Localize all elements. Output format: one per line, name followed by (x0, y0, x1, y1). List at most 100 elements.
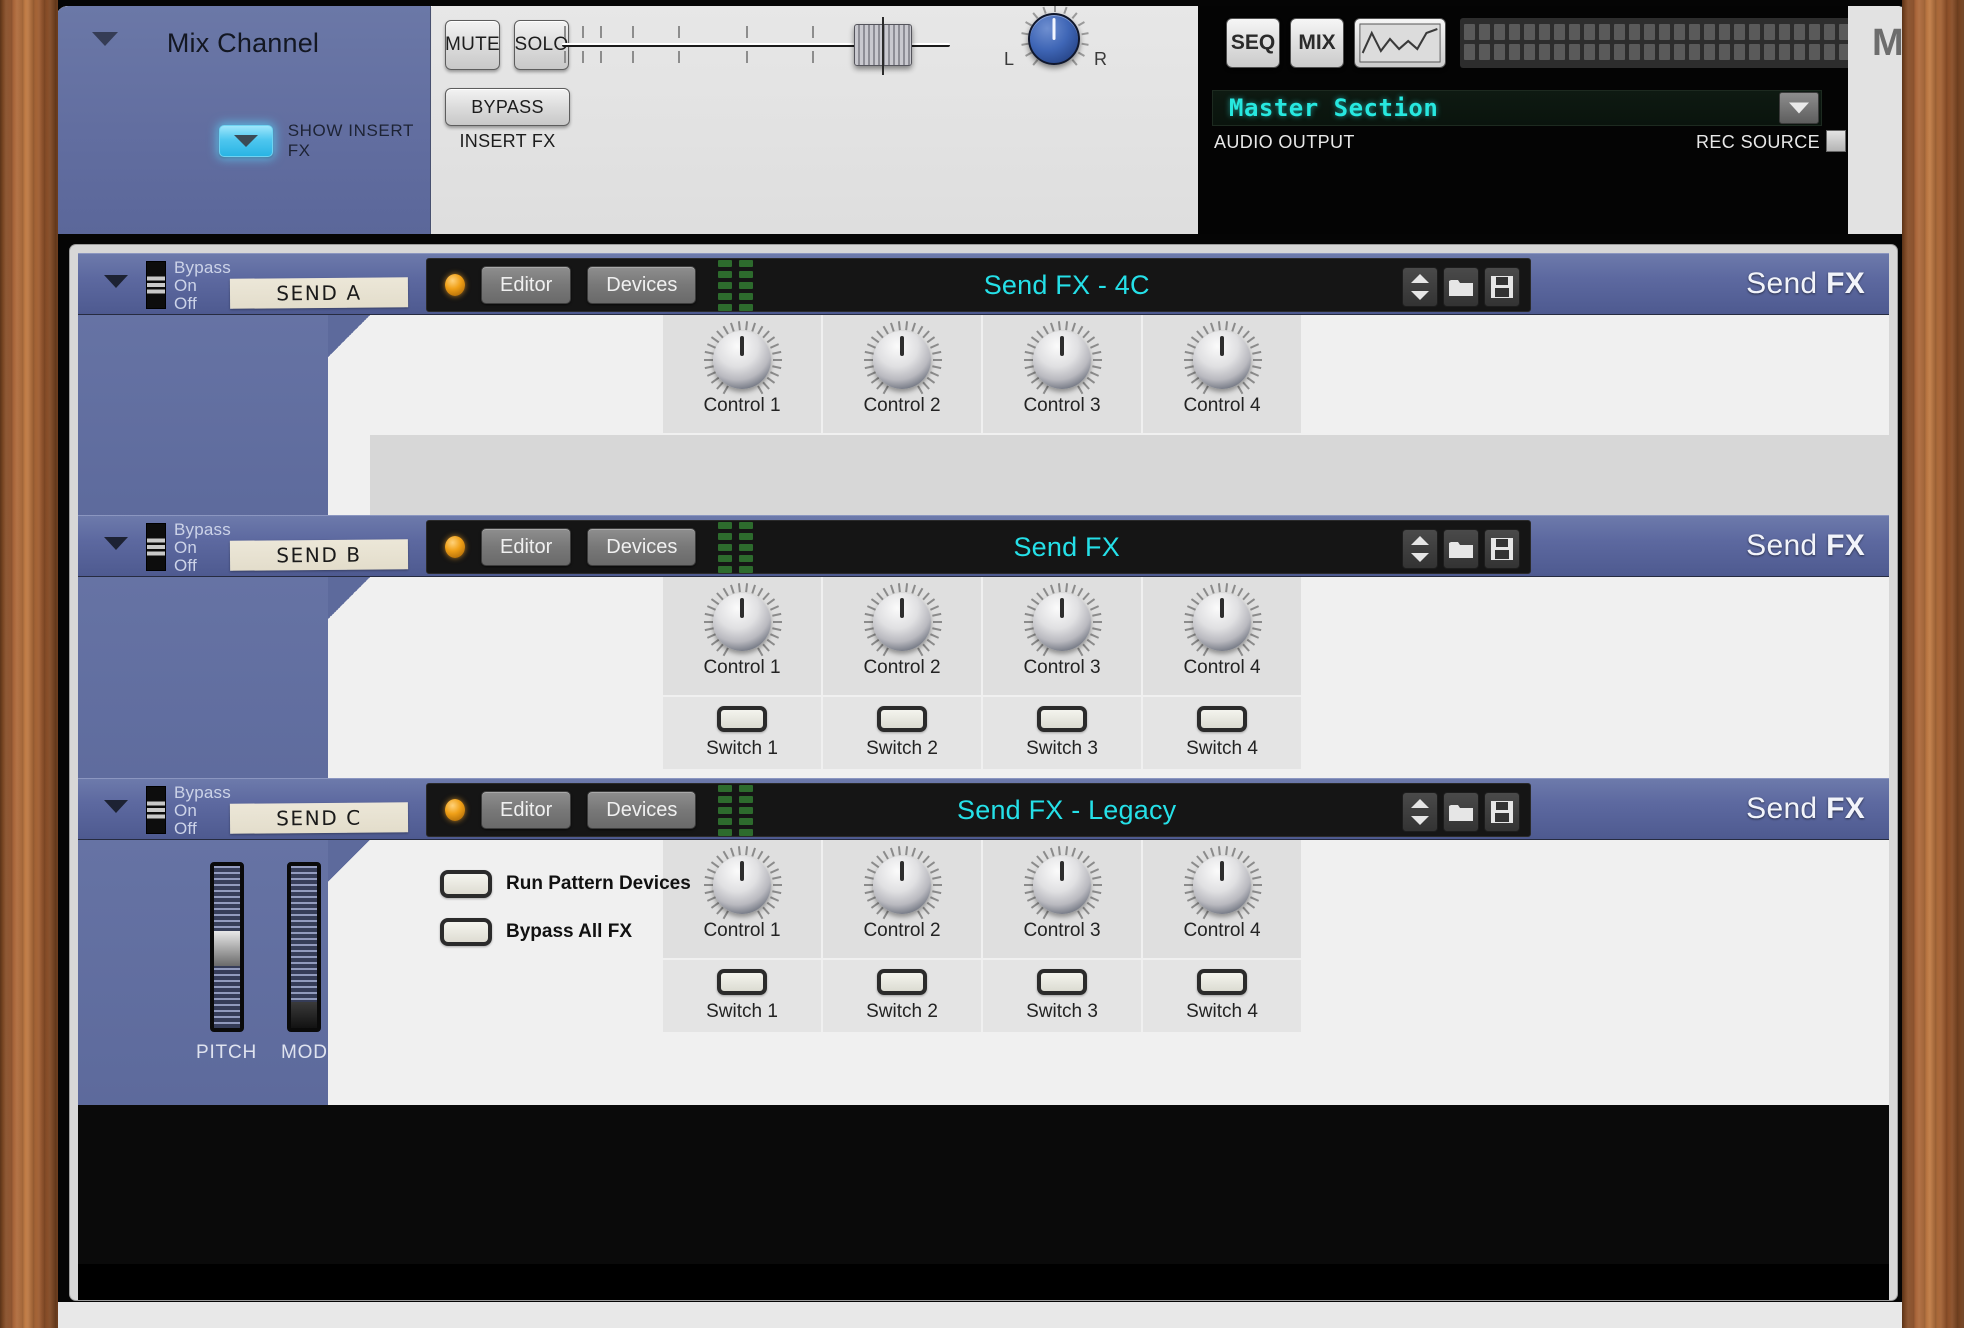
switch-cell: Switch 1 (663, 697, 823, 769)
volume-fader[interactable] (550, 14, 970, 76)
pan-knob[interactable] (1028, 13, 1080, 65)
control-knob-3[interactable] (1033, 856, 1091, 914)
mod-wheel-label: MOD (281, 1042, 328, 1064)
waveform-icon[interactable] (1354, 18, 1446, 68)
toggle-button-2[interactable] (440, 918, 492, 946)
editor-button[interactable]: Editor (481, 266, 571, 304)
device-actions (1402, 792, 1520, 832)
control-knob-2[interactable] (873, 331, 931, 389)
collapse-triangle-icon[interactable] (104, 800, 128, 813)
seq-button[interactable]: SEQ (1226, 18, 1280, 68)
collapse-triangle-icon[interactable] (104, 537, 128, 550)
pan-control[interactable]: L R (990, 9, 1110, 79)
switch-label: Switch 2 (866, 1001, 938, 1023)
send-fx-brand: Send FX (1746, 267, 1865, 301)
control-knob-2[interactable] (873, 856, 931, 914)
send-name-label[interactable]: SEND B (230, 539, 408, 571)
control-knob-4[interactable] (1193, 856, 1251, 914)
bypass-label-2: Off (174, 557, 231, 574)
save-disk-icon[interactable] (1484, 529, 1520, 569)
folder-icon[interactable] (1443, 529, 1479, 569)
devices-button[interactable]: Devices (587, 791, 696, 829)
folder-icon[interactable] (1443, 267, 1479, 307)
bypass-toggle-switch[interactable] (146, 786, 166, 834)
toggle-label: Run Pattern Devices (506, 873, 691, 895)
mod-wheel[interactable] (287, 862, 321, 1032)
updown-arrows-icon[interactable] (1402, 792, 1438, 832)
send-name-label[interactable]: SEND A (230, 277, 408, 309)
bypass-label-1: On (174, 277, 231, 294)
control-switch-2[interactable] (877, 969, 927, 995)
device-title: Send FX - Legacy (753, 795, 1380, 826)
mix-button[interactable]: MIX (1290, 18, 1344, 68)
devices-button[interactable]: Devices (587, 528, 696, 566)
panel-notch (328, 840, 370, 882)
control-switch-1[interactable] (717, 706, 767, 732)
switch-cell: Switch 2 (823, 960, 983, 1032)
pitch-wheel-label: PITCH (196, 1042, 257, 1064)
switch-cell: Switch 2 (823, 697, 983, 769)
switch-label: Switch 4 (1186, 738, 1258, 760)
editor-button[interactable]: Editor (481, 791, 571, 829)
bypass-label-0: Bypass (174, 259, 231, 276)
toggle-button-1[interactable] (440, 870, 492, 898)
meter-row (1464, 44, 1878, 60)
bypass-toggle-switch[interactable] (146, 261, 166, 309)
control-knob-2[interactable] (873, 593, 931, 651)
switch-label: Switch 2 (866, 738, 938, 760)
control-switch-4[interactable] (1197, 706, 1247, 732)
updown-arrows-icon[interactable] (1402, 529, 1438, 569)
control-switch-3[interactable] (1037, 969, 1087, 995)
device-toolbar: Editor Devices Send FX - Legacy (426, 783, 1531, 837)
rack-units-container: BypassOnOffSEND AEditorDevicesSend FX - … (78, 253, 1889, 1292)
control-switch-2[interactable] (877, 706, 927, 732)
pitch-wheel[interactable] (210, 862, 244, 1032)
bypass-label-2: Off (174, 295, 231, 312)
window-bottom-edge (0, 1302, 1964, 1328)
devices-button[interactable]: Devices (587, 266, 696, 304)
panel-notch (328, 577, 370, 619)
control-knob-1[interactable] (713, 593, 771, 651)
control-knob-3[interactable] (1033, 593, 1091, 651)
control-knob-4[interactable] (1193, 593, 1251, 651)
master-section-panel: SEQ MIX Master Section AUDIO OUTPUT REC … (1198, 6, 1848, 234)
show-insert-fx-button[interactable] (219, 125, 273, 157)
send-name-label[interactable]: SEND C (230, 802, 408, 834)
fader-handle[interactable] (854, 24, 912, 66)
mute-button[interactable]: MUTE (445, 20, 500, 70)
control-knob-1[interactable] (713, 856, 771, 914)
bypass-toggle-switch[interactable] (146, 523, 166, 571)
control-knob-4[interactable] (1193, 331, 1251, 389)
folder-icon[interactable] (1443, 792, 1479, 832)
save-disk-icon[interactable] (1484, 792, 1520, 832)
switch-row: Switch 1Switch 2Switch 3Switch 4 (663, 960, 1303, 1032)
updown-arrows-icon[interactable] (1402, 267, 1438, 307)
show-insert-fx-row[interactable]: SHOW INSERT FX (219, 121, 430, 161)
lcd-dropdown-icon[interactable] (1779, 92, 1819, 124)
control-switch-1[interactable] (717, 969, 767, 995)
mix-channel-panel: Mix Channel SHOW INSERT FX (56, 6, 431, 234)
activity-leds (718, 785, 753, 836)
level-meter (1460, 18, 1882, 68)
toggle-item: Bypass All FX (440, 918, 691, 946)
control-switch-4[interactable] (1197, 969, 1247, 995)
collapse-triangle-icon[interactable] (104, 275, 128, 288)
control-knob-3[interactable] (1033, 331, 1091, 389)
editor-button[interactable]: Editor (481, 528, 571, 566)
control-knob-1[interactable] (713, 331, 771, 389)
switch-cell: Switch 3 (983, 960, 1143, 1032)
bypass-button[interactable]: BYPASS (445, 88, 570, 126)
knob-cell: Control 2 (823, 840, 983, 958)
switch-label: Switch 1 (706, 738, 778, 760)
knob-cell: Control 1 (663, 577, 823, 695)
control-switch-3[interactable] (1037, 706, 1087, 732)
switch-label: Switch 3 (1026, 1001, 1098, 1023)
bypass-label-0: Bypass (174, 784, 231, 801)
mix-brand-label: MIX (1848, 6, 1909, 234)
channel-controls: MUTE SOLO BYPASS INSERT FX L R (432, 6, 1198, 234)
save-disk-icon[interactable] (1484, 267, 1520, 307)
knob-row: Control 1Control 2Control 3Control 4 (663, 315, 1303, 433)
rec-source-checkbox[interactable] (1826, 130, 1846, 152)
master-lcd-display[interactable]: Master Section (1212, 90, 1822, 126)
rack-unit-header: BypassOnOffSEND BEditorDevicesSend FXSen… (78, 515, 1889, 577)
